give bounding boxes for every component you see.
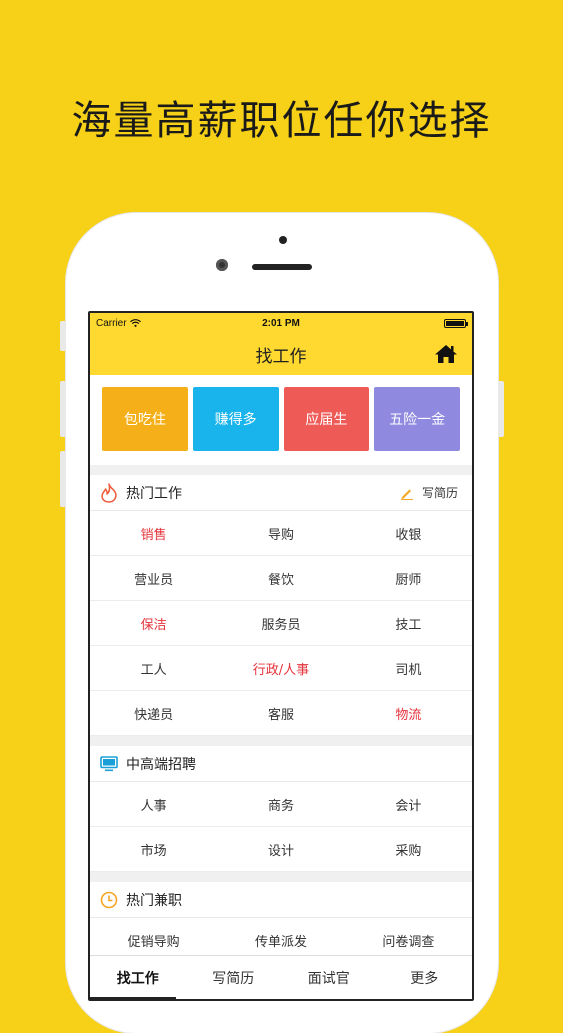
job-row: 保洁 服务员 技工 <box>90 601 472 646</box>
job-category-item[interactable]: 快递员 <box>90 691 217 735</box>
job-row: 销售 导购 收银 <box>90 511 472 556</box>
write-resume-link[interactable]: 写简历 <box>400 484 458 501</box>
front-camera <box>216 259 228 271</box>
job-category-item[interactable]: 导购 <box>217 511 344 555</box>
status-time: 2:01 PM <box>262 317 300 329</box>
tile-graduates[interactable]: 应届生 <box>283 387 370 451</box>
job-category-item[interactable]: 厨师 <box>345 556 472 600</box>
hot-jobs-title: 热门工作 <box>126 485 182 502</box>
tab-bar: 找工作 写简历 面试官 更多 <box>90 955 472 999</box>
job-category-item[interactable]: 餐饮 <box>217 556 344 600</box>
tile-board-lodging[interactable]: 包吃住 <box>102 387 188 451</box>
status-bar: Carrier 2:01 PM <box>90 313 472 333</box>
section-gap <box>90 465 472 475</box>
section-gap <box>90 872 472 882</box>
tile-insurance[interactable]: 五险一金 <box>374 387 460 451</box>
senior-jobs-grid: 人事 商务 会计 市场 设计 采购 <box>90 782 472 872</box>
job-category-item[interactable]: 保洁 <box>90 601 217 645</box>
job-row: 快递员 客服 物流 <box>90 691 472 736</box>
battery-icon <box>444 319 468 328</box>
job-category-item[interactable]: 物流 <box>345 691 472 735</box>
pencil-icon <box>400 489 413 500</box>
job-category-item[interactable]: 销售 <box>90 511 217 555</box>
category-tiles: 包吃住 赚得多 应届生 五险一金 <box>90 375 472 465</box>
job-row: 人事 商务 会计 <box>90 782 472 827</box>
proximity-sensor <box>279 236 287 244</box>
write-resume-label: 写简历 <box>421 486 458 500</box>
job-category-item[interactable]: 采购 <box>345 827 472 871</box>
job-category-item[interactable]: 设计 <box>217 827 344 871</box>
job-row: 营业员 餐饮 厨师 <box>90 556 472 601</box>
part-time-title: 热门兼职 <box>126 892 182 909</box>
job-category-item[interactable]: 行政/人事 <box>217 646 344 690</box>
job-category-item[interactable]: 人事 <box>90 782 217 826</box>
job-category-item[interactable]: 司机 <box>345 646 472 690</box>
job-row: 市场 设计 采购 <box>90 827 472 872</box>
power-button <box>498 381 504 437</box>
page-title: 找工作 <box>255 346 307 367</box>
job-category-item[interactable]: 技工 <box>345 601 472 645</box>
volume-down-button <box>60 451 66 507</box>
hot-jobs-grid: 销售 导购 收银 营业员 餐饮 厨师 保洁 服务员 技工 工人 行政/人事 司机 快递员 客服 物流 <box>90 511 472 736</box>
section-gap <box>90 736 472 746</box>
part-time-section: 热门兼职 促销导购 传单派发 问卷调查 <box>90 882 472 963</box>
monitor-icon <box>100 755 118 771</box>
senior-jobs-title: 中高端招聘 <box>126 756 196 773</box>
phone-frame: Carrier 2:01 PM 找工作 包吃住 赚得多 应届生 五险一金 热门工… <box>60 213 504 1033</box>
job-category-item[interactable]: 工人 <box>90 646 217 690</box>
tab-write-resume[interactable]: 写简历 <box>186 956 282 999</box>
job-category-item[interactable]: 服务员 <box>217 601 344 645</box>
hot-jobs-section: 热门工作 写简历 销售 导购 收银 营业员 餐饮 厨师 保洁 服务员 技工 工人 行政/人事 司机 快递… <box>90 475 472 736</box>
tile-high-pay[interactable]: 赚得多 <box>192 387 279 451</box>
flame-icon <box>101 482 117 503</box>
senior-jobs-header: 中高端招聘 <box>90 746 472 782</box>
job-category-item[interactable]: 市场 <box>90 827 217 871</box>
tab-find-job[interactable]: 找工作 <box>90 956 186 999</box>
senior-jobs-section: 中高端招聘 人事 商务 会计 市场 设计 采购 <box>90 746 472 872</box>
part-time-header: 热门兼职 <box>90 882 472 918</box>
job-category-item[interactable]: 商务 <box>217 782 344 826</box>
job-category-item[interactable]: 收银 <box>345 511 472 555</box>
mute-switch <box>60 321 66 351</box>
tab-more[interactable]: 更多 <box>377 956 473 999</box>
top-bar: Carrier 2:01 PM 找工作 <box>90 313 472 375</box>
volume-up-button <box>60 381 66 437</box>
clock-icon <box>100 891 118 908</box>
job-category-item[interactable]: 营业员 <box>90 556 217 600</box>
app-screen: Carrier 2:01 PM 找工作 包吃住 赚得多 应届生 五险一金 热门工… <box>88 311 474 1001</box>
job-row: 工人 行政/人事 司机 <box>90 646 472 691</box>
job-category-item[interactable]: 客服 <box>217 691 344 735</box>
nav-bar: 找工作 <box>90 333 472 375</box>
job-category-item[interactable]: 会计 <box>345 782 472 826</box>
hot-jobs-header: 热门工作 写简历 <box>90 475 472 511</box>
home-icon[interactable] <box>434 344 458 364</box>
earpiece-speaker <box>252 264 312 270</box>
headline: 海量高薪职位任你选择 <box>71 98 492 144</box>
tab-interviewer[interactable]: 面试官 <box>281 956 377 999</box>
